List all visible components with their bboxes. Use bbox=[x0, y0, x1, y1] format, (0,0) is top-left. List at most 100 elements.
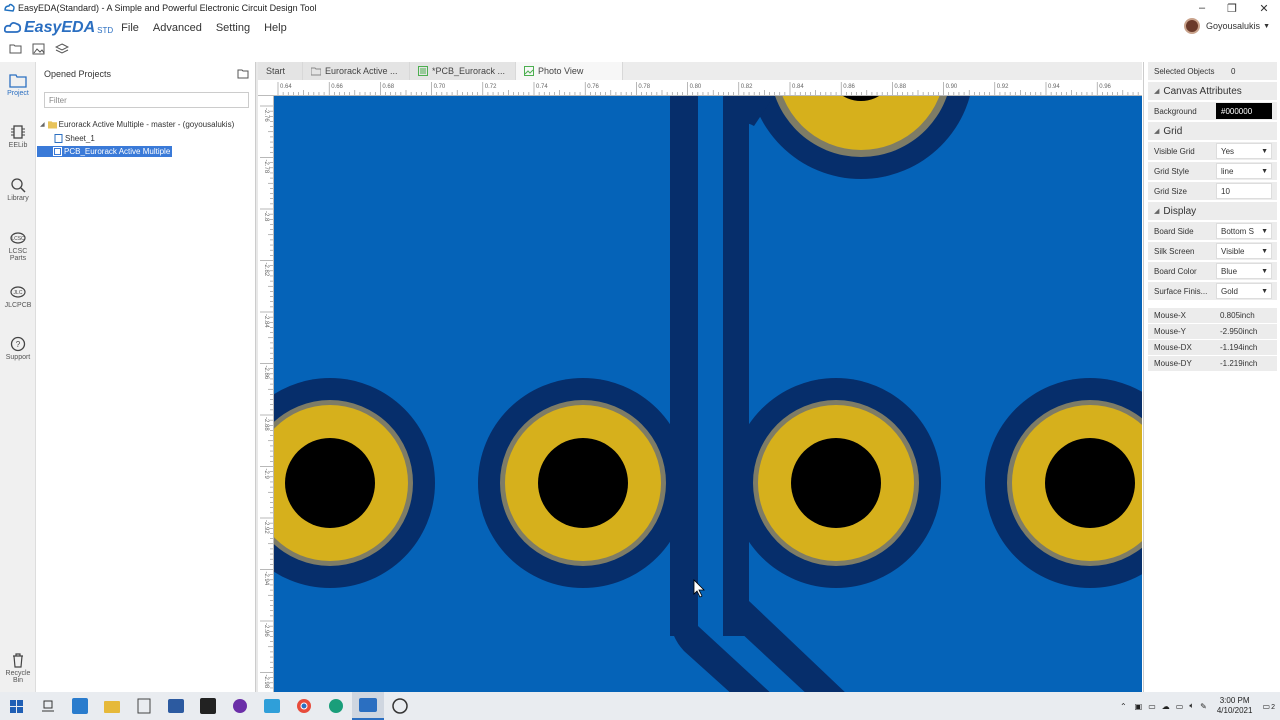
nav-project[interactable]: Project bbox=[0, 72, 36, 97]
board-side-select[interactable]: Bottom S ▼ bbox=[1216, 223, 1272, 239]
canvas-attributes-section[interactable]: ◢ Canvas Attributes bbox=[1148, 82, 1277, 100]
visible-grid-label: Visible Grid bbox=[1154, 146, 1195, 156]
tree-pcb-selected[interactable]: PCB_Eurorack Active Multiple bbox=[37, 146, 173, 157]
photo-icon bbox=[524, 66, 534, 76]
pad-group-3 bbox=[731, 378, 941, 588]
menu-file[interactable]: File bbox=[121, 22, 139, 34]
mouse-x-label: Mouse-X bbox=[1154, 311, 1187, 320]
easyeda-taskbar-icon bbox=[359, 698, 377, 712]
clock[interactable]: 3:00 PM 4/10/2021 bbox=[1217, 696, 1253, 716]
close-icon[interactable]: ✕ bbox=[1249, 0, 1279, 16]
taskbar-powershell[interactable] bbox=[160, 692, 192, 720]
nav-recycle-bin-label: Recycle Bin bbox=[5, 670, 31, 684]
open-folder-icon[interactable] bbox=[9, 43, 23, 55]
grid-size-input[interactable]: 10 bbox=[1216, 183, 1272, 199]
ruler-left-label: -2.84 bbox=[263, 314, 269, 328]
onedrive-icon[interactable]: ☁ bbox=[1162, 702, 1170, 711]
tree-project-root[interactable]: ◢ Eurorack Active Multiple - master - (g… bbox=[40, 120, 234, 129]
grid-style-row: Grid Style line ▼ bbox=[1148, 162, 1277, 180]
nav-library[interactable]: Library bbox=[0, 177, 36, 202]
silk-screen-select[interactable]: Visible ▼ bbox=[1216, 243, 1272, 259]
taskbar-chrome[interactable] bbox=[288, 692, 320, 720]
surface-finish-select[interactable]: Gold ▼ bbox=[1216, 283, 1272, 299]
visible-grid-select[interactable]: Yes ▼ bbox=[1216, 143, 1272, 159]
menu-help[interactable]: Help bbox=[264, 22, 287, 34]
ruler-top-label: 0.66 bbox=[331, 84, 343, 90]
nav-lcsc-label: LCSC Parts bbox=[8, 248, 28, 262]
network-icon[interactable]: ▭ bbox=[1148, 702, 1156, 711]
mouse-dy-row: Mouse-DY -1.219inch bbox=[1148, 356, 1277, 371]
board-side-row: Board Side Bottom S ▼ bbox=[1148, 222, 1277, 240]
nav-jlcpcb[interactable]: JLC JLCPCB bbox=[0, 284, 36, 309]
grid-section[interactable]: ◢ Grid bbox=[1148, 122, 1277, 140]
taskbar-app-4[interactable] bbox=[128, 692, 160, 720]
tab-project[interactable]: Eurorack Active ... bbox=[303, 62, 410, 80]
brand-name: EasyEDA bbox=[24, 19, 96, 36]
toolbar bbox=[0, 40, 258, 58]
tab-photo-view[interactable]: Photo View bbox=[516, 62, 623, 80]
pcb-icon bbox=[418, 66, 428, 76]
pcb-photo-canvas[interactable] bbox=[274, 96, 1142, 692]
minimize-icon[interactable]: – bbox=[1187, 0, 1217, 16]
tab-start[interactable]: Start bbox=[258, 62, 303, 80]
pen-icon[interactable]: ✎ bbox=[1200, 702, 1207, 711]
document-tabs: Start Eurorack Active ... *PCB_Eurorack … bbox=[258, 62, 1142, 80]
window-title: EasyEDA(Standard) - A Simple and Powerfu… bbox=[18, 3, 317, 13]
background-color-field[interactable]: #000000 bbox=[1216, 103, 1272, 119]
taskbar-vscode[interactable] bbox=[64, 692, 96, 720]
display-section[interactable]: ◢ Display bbox=[1148, 202, 1277, 220]
nav-eelib[interactable]: EELib bbox=[0, 124, 36, 149]
avatar bbox=[1184, 18, 1201, 34]
taskbar-explorer[interactable] bbox=[96, 692, 128, 720]
folder-icon[interactable] bbox=[237, 69, 249, 79]
notifications-icon[interactable]: ▭ 2 bbox=[1262, 702, 1275, 711]
taskbar-edge[interactable] bbox=[320, 692, 352, 720]
display-icon[interactable]: ▭ bbox=[1176, 702, 1184, 711]
taskbar-app-13[interactable] bbox=[384, 692, 416, 720]
tab-pcb[interactable]: *PCB_Eurorack ... bbox=[410, 62, 516, 80]
background-label: Background bbox=[1154, 106, 1197, 116]
filter-input[interactable] bbox=[44, 92, 249, 108]
ruler-top-label: 0.82 bbox=[741, 84, 753, 90]
board-color-select[interactable]: Blue ▼ bbox=[1216, 263, 1272, 279]
tree-sheet[interactable]: Sheet_1 bbox=[54, 134, 95, 143]
ruler-top-label: 0.84 bbox=[792, 84, 804, 90]
grid-style-select[interactable]: line ▼ bbox=[1216, 163, 1272, 179]
mouse-y-label: Mouse-Y bbox=[1154, 327, 1187, 336]
taskbar-app-9[interactable] bbox=[256, 692, 288, 720]
collapse-triangle-icon[interactable]: ◢ bbox=[40, 121, 45, 128]
dropdown-caret-icon: ▼ bbox=[1261, 247, 1268, 255]
mouse-y-value: -2.950inch bbox=[1220, 327, 1258, 336]
tray-app-icon[interactable]: ▣ bbox=[1135, 702, 1143, 711]
ruler-vertical: -2.76 -2.78 -2.8 -2.82 -2.84 -2.86 -2.88 -2.9 -2… bbox=[258, 96, 274, 692]
selected-objects-row: Selected Objects 0 bbox=[1148, 62, 1277, 80]
tab-project-label: Eurorack Active ... bbox=[325, 66, 398, 76]
tray-chevron-up-icon[interactable]: ⌃ bbox=[1120, 702, 1127, 711]
chevron-down-icon: ▼ bbox=[1263, 22, 1270, 30]
app-logo[interactable]: EasyEDA STD bbox=[4, 19, 113, 37]
user-menu[interactable]: Goyousalukis ▼ bbox=[1184, 18, 1270, 34]
restore-icon[interactable]: ❐ bbox=[1217, 0, 1247, 16]
nav-lcsc-parts[interactable]: LCSC LCSC Parts bbox=[0, 230, 36, 262]
display-title: Display bbox=[1163, 205, 1197, 217]
ruler-top-label: 0.76 bbox=[587, 84, 599, 90]
dropdown-caret-icon: ▼ bbox=[1261, 227, 1268, 235]
layers-icon[interactable] bbox=[55, 43, 69, 55]
image-icon[interactable] bbox=[32, 43, 46, 55]
nav-recycle-bin[interactable]: Recycle Bin bbox=[0, 652, 36, 684]
nav-support[interactable]: ? Support bbox=[0, 336, 36, 361]
ruler-top-label: 0.80 bbox=[690, 84, 702, 90]
task-view-button[interactable] bbox=[32, 692, 64, 720]
menu-advanced[interactable]: Advanced bbox=[153, 22, 202, 34]
silk-screen-label: Silk Screen bbox=[1154, 246, 1195, 256]
taskbar-terminal[interactable] bbox=[192, 692, 224, 720]
taskbar-app-8[interactable] bbox=[224, 692, 256, 720]
file-explorer-icon bbox=[104, 701, 120, 713]
mouse-y-row: Mouse-Y -2.950inch bbox=[1148, 324, 1277, 339]
title-bar: EasyEDA(Standard) - A Simple and Powerfu… bbox=[0, 0, 1280, 16]
taskbar-easyeda[interactable] bbox=[352, 692, 384, 720]
ruler-top-label: 0.94 bbox=[1048, 84, 1060, 90]
volume-icon[interactable]: 🔈︎ bbox=[1189, 701, 1194, 711]
start-button[interactable] bbox=[0, 692, 32, 720]
menu-setting[interactable]: Setting bbox=[216, 22, 250, 34]
